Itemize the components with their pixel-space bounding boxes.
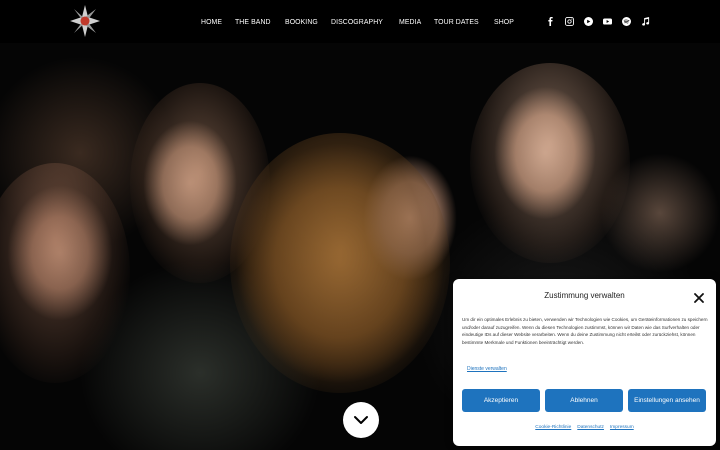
cookie-consent-dialog: Zustimmung verwalten Um dir ein optimale… bbox=[453, 279, 716, 446]
deny-button[interactable]: Ablehnen bbox=[545, 389, 623, 412]
raised-hand bbox=[600, 153, 720, 273]
view-settings-button[interactable]: Einstellungen ansehen bbox=[628, 389, 706, 412]
accept-button[interactable]: Akzeptieren bbox=[462, 389, 540, 412]
chevron-down-icon bbox=[354, 416, 368, 424]
nav-tour-dates[interactable]: TOUR DATES bbox=[434, 17, 479, 26]
music-note-icon[interactable] bbox=[641, 17, 650, 26]
nav-discography[interactable]: DISCOGRAPHY bbox=[331, 17, 383, 26]
band-member-curly-hair bbox=[230, 133, 450, 393]
music-platform-icon[interactable] bbox=[584, 17, 593, 26]
scroll-down-button[interactable] bbox=[343, 402, 379, 438]
nav-the-band[interactable]: THE BAND bbox=[235, 17, 271, 26]
consent-footer-links: Cookie-Richtlinie Datenschutz Impressum bbox=[453, 425, 716, 430]
close-icon[interactable] bbox=[694, 290, 704, 303]
nav-home[interactable]: HOME bbox=[201, 17, 222, 26]
social-links bbox=[546, 0, 650, 43]
privacy-link[interactable]: Datenschutz bbox=[577, 425, 604, 430]
manage-services-link[interactable]: Dienste verwalten bbox=[467, 366, 507, 372]
main-navigation: HOME THE BAND BOOKING DISCOGRAPHY MEDIA … bbox=[201, 0, 526, 43]
imprint-link[interactable]: Impressum bbox=[610, 425, 634, 430]
band-member-left bbox=[0, 163, 130, 383]
instagram-icon[interactable] bbox=[565, 17, 574, 26]
consent-description: Um dir ein optimales Erlebnis zu bieten,… bbox=[462, 317, 708, 345]
band-logo[interactable] bbox=[70, 5, 100, 37]
nav-booking[interactable]: BOOKING bbox=[285, 17, 318, 26]
nav-media[interactable]: MEDIA bbox=[399, 17, 421, 26]
facebook-icon[interactable] bbox=[546, 17, 555, 26]
site-header: HOME THE BAND BOOKING DISCOGRAPHY MEDIA … bbox=[0, 0, 720, 43]
youtube-icon[interactable] bbox=[603, 17, 612, 26]
nav-shop[interactable]: SHOP bbox=[494, 17, 514, 26]
consent-button-group: Akzeptieren Ablehnen Einstellungen anseh… bbox=[462, 389, 706, 412]
consent-title: Zustimmung verwalten bbox=[544, 291, 625, 300]
spotify-icon[interactable] bbox=[622, 17, 631, 26]
cookie-policy-link[interactable]: Cookie-Richtlinie bbox=[535, 425, 571, 430]
